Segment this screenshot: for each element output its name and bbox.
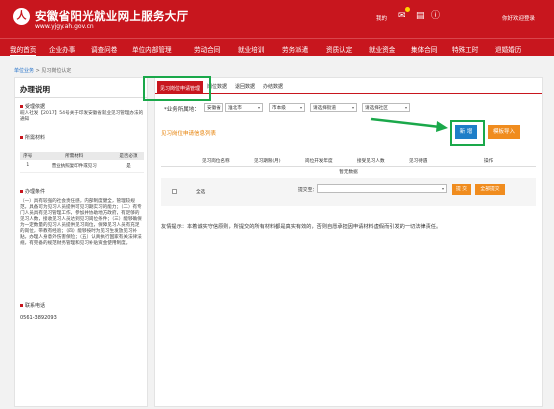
breadcrumb-home[interactable]: 单位业务: [14, 68, 34, 74]
import-button[interactable]: 模板导入: [488, 125, 520, 139]
col-count: 接受见习人数: [357, 159, 385, 164]
submit-button[interactable]: 提 交: [452, 184, 471, 195]
divider: [15, 97, 147, 98]
nav-item-contract[interactable]: 劳动合同: [194, 44, 220, 54]
mail-icon[interactable]: ✉: [398, 11, 406, 21]
nav-item-collective[interactable]: 集体合同: [411, 44, 437, 54]
tab-returned-data[interactable]: 退回数据: [235, 83, 255, 90]
notification-dot: [405, 7, 410, 12]
nav-item-internal[interactable]: 单位内部管理: [132, 44, 172, 54]
highlight-box-tab: [143, 76, 211, 101]
site-url: www.yjgy.ah.gov.cn: [35, 23, 94, 30]
region-label: *业务所属地：: [164, 107, 200, 113]
col-year: 岗位开发年度: [305, 159, 333, 164]
nav-item-funds[interactable]: 就业资金: [369, 44, 395, 54]
instructions-panel: 办理说明 受理依据 皖人社发【2017】54号关于印发安徽省就业见习管理办法的通…: [14, 77, 148, 407]
breadcrumb-current: 见习岗位认定: [41, 68, 72, 74]
row-material[interactable]: 营业执照复印件或见习: [35, 160, 113, 173]
list-title: 见习岗位申请信息列表: [161, 131, 217, 137]
nav-item-enterprise[interactable]: 企业办事: [49, 44, 75, 54]
col-post-name: 见习岗位名称: [202, 159, 230, 164]
nav-item-survey[interactable]: 调查问卷: [91, 44, 117, 54]
submit-to-select[interactable]: ▾: [317, 184, 447, 193]
submit-all-button[interactable]: 全部提交: [475, 184, 505, 195]
province-select[interactable]: 安徽省 ▾: [204, 103, 223, 112]
district-select[interactable]: 市本级 ▾: [269, 103, 305, 112]
breadcrumb-sep: >: [35, 68, 40, 74]
conditions-heading: 办理条件: [20, 188, 45, 195]
grid-line: [161, 166, 536, 167]
col-material: 所需材料: [35, 152, 113, 160]
col-term: 见习期限(月): [254, 159, 281, 164]
materials-table: 序号 所需材料 是否必须 1 营业执照复印件或见习 是: [20, 152, 144, 173]
login-link[interactable]: 你好欢迎登录: [502, 14, 535, 22]
site-header: 人 安徽省阳光就业网上服务大厅 www.yjgy.ah.gov.cn 我的 ✉ …: [0, 0, 554, 38]
nav-item-qualification[interactable]: 资质认定: [326, 44, 352, 54]
materials-heading: 所需材料: [20, 134, 45, 141]
col-actions: 操作: [484, 159, 494, 164]
site-logo-icon[interactable]: 人: [13, 8, 30, 25]
city-select[interactable]: 淮北市 ▾: [225, 103, 263, 112]
select-all-label: 全选: [196, 190, 206, 195]
nav-item-hours[interactable]: 特殊工时: [452, 44, 478, 54]
street-select[interactable]: 请选择街道 ▾: [310, 103, 357, 112]
basis-text: 皖人社发【2017】54号关于印发安徽省就业见习管理办法的通知: [20, 111, 144, 122]
instructions-title: 办理说明: [20, 85, 50, 94]
tab-bar: 见习岗位申请管理 岗位数据 退回数据 办结数据: [155, 78, 542, 94]
my-link[interactable]: 我的: [376, 14, 387, 22]
tab-finished-data[interactable]: 办结数据: [263, 83, 283, 90]
col-no: 序号: [20, 152, 36, 160]
basis-heading: 受理依据: [20, 103, 45, 110]
empty-message: 暂无数据: [339, 170, 358, 175]
breadcrumb: 单位业务 > 见习岗位认定: [14, 67, 71, 74]
table-row: 1 营业执照复印件或见习 是: [20, 160, 144, 173]
col-required: 是否必须: [113, 152, 144, 160]
nav-item-training[interactable]: 就业培训: [238, 44, 264, 54]
site-title: 安徽省阳光就业网上服务大厅: [35, 9, 189, 23]
contact-heading: 联系电话: [20, 302, 45, 309]
friendly-tip: 友情提示：本着诚实守信原则，所提交的所有材料都是真实有效的，否则自愿承担因申请材…: [161, 224, 442, 230]
row-required: 是: [113, 160, 144, 173]
nav-item-other[interactable]: 退婚婚历: [495, 44, 521, 54]
highlight-box-add: [450, 120, 485, 146]
info-icon[interactable]: ⓘ: [431, 11, 440, 21]
row-no: 1: [20, 160, 36, 173]
conditions-text: （一）具有较强的社会责任感，内部制度健全，管理较规范，具备可为见习人员提供可见习…: [20, 199, 142, 246]
doc-icon[interactable]: ▤: [416, 11, 425, 21]
nav-item-dispatch[interactable]: 劳务派遣: [282, 44, 308, 54]
select-all-checkbox[interactable]: [172, 189, 177, 194]
col-pay: 见习待遇: [409, 159, 428, 164]
contact-phone: 0561-3892093: [20, 315, 57, 321]
submit-to-label: 提交至：: [298, 188, 318, 193]
nav-item-home[interactable]: 我的首页: [10, 44, 37, 56]
community-select[interactable]: 请选择社区 ▾: [362, 103, 410, 112]
main-nav: 我的首页 企业办事 调查问卷 单位内部管理 劳动合同 就业培训 劳务派遣 资质认…: [0, 38, 554, 56]
